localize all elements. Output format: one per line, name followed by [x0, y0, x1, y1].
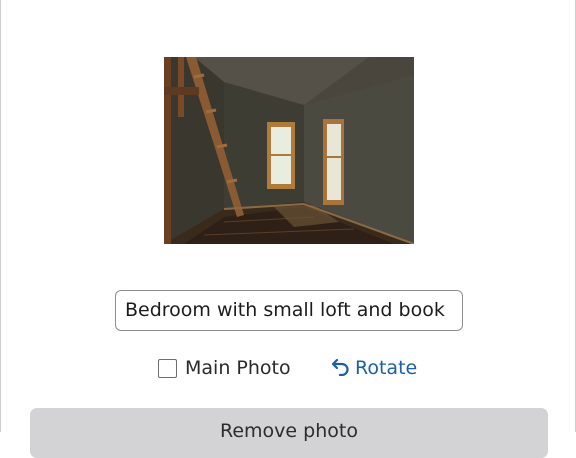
- main-photo-toggle[interactable]: Main Photo: [158, 355, 291, 381]
- rotate-button[interactable]: Rotate: [331, 355, 417, 381]
- room-photo: [164, 57, 414, 244]
- main-photo-label: Main Photo: [185, 357, 291, 379]
- room-photo-image: [164, 57, 414, 244]
- photo-edit-panel: Bedroom with small loft and book Main Ph…: [0, 0, 576, 458]
- photo-caption-input[interactable]: Bedroom with small loft and book: [115, 290, 463, 331]
- main-photo-checkbox[interactable]: [158, 358, 177, 378]
- rotate-label: Rotate: [355, 357, 418, 379]
- remove-photo-button[interactable]: Remove photo: [30, 408, 548, 458]
- rotate-icon: [331, 356, 351, 380]
